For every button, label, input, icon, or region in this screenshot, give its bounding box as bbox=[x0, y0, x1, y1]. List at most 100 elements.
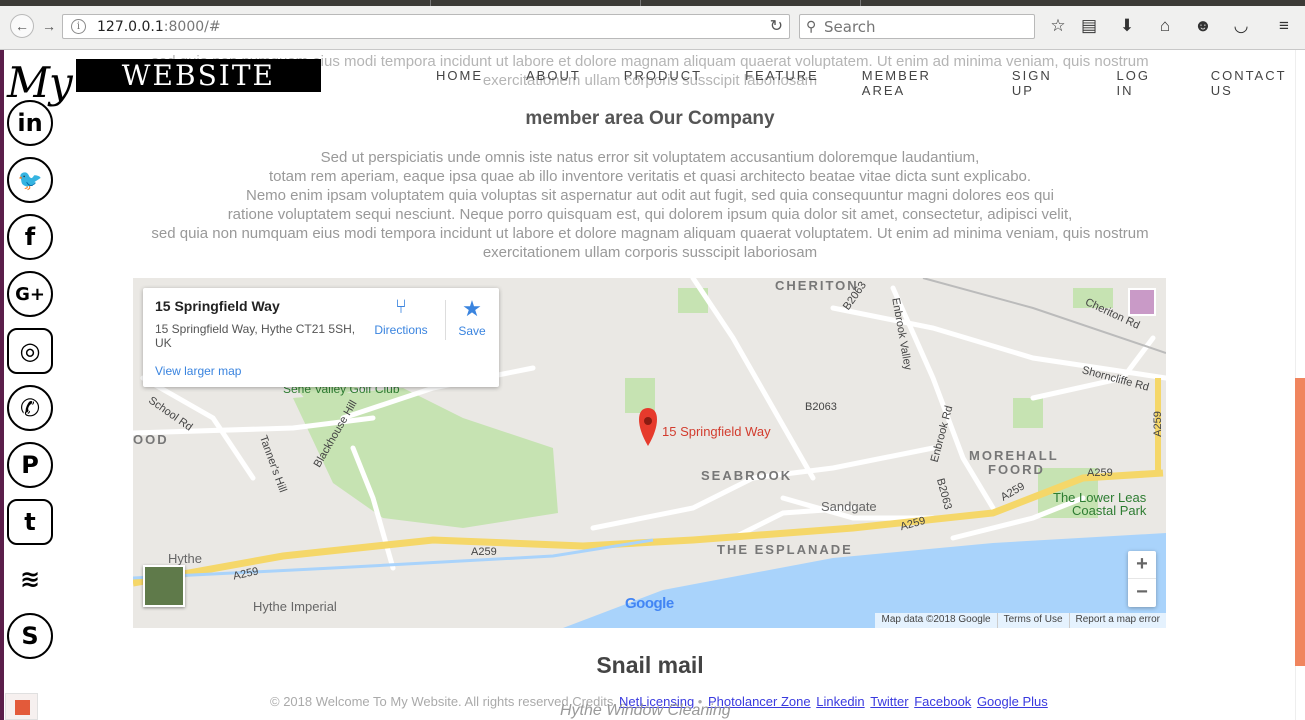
paragraph-line: totam rem aperiam, eaque ipsa quae ab il… bbox=[268, 168, 1032, 185]
google-map[interactable]: 15 Springfield Way CHERITON SEABROOK MOR… bbox=[133, 278, 1166, 628]
park-area bbox=[625, 378, 655, 413]
paragraph-line: sed quia non numquam eius modi tempora i… bbox=[151, 225, 1149, 242]
save-label: Save bbox=[458, 324, 486, 338]
menu-icon[interactable]: ≡ bbox=[1272, 14, 1296, 38]
directions-icon: ⑂ bbox=[395, 296, 407, 318]
section-paragraph: Sed ut perspiciatis unde omnis iste natu… bbox=[100, 148, 1200, 262]
zoom-out-button[interactable]: − bbox=[1128, 579, 1156, 607]
chat-icon[interactable]: ☻ bbox=[1191, 14, 1215, 38]
footer-link-linkedin[interactable]: Linkedin bbox=[816, 694, 864, 709]
map-label-foord: FOORD bbox=[988, 462, 1045, 477]
zoom-control: + − bbox=[1128, 551, 1156, 607]
nav-member-area[interactable]: MEMBER AREA bbox=[862, 68, 969, 98]
google-logo: Google bbox=[625, 595, 674, 612]
logo-word: WEBSITE bbox=[75, 59, 321, 92]
scrollbar-thumb[interactable] bbox=[1295, 378, 1305, 666]
search-bar[interactable]: ⚲ bbox=[799, 14, 1035, 39]
nav-feature[interactable]: FEATURE bbox=[745, 68, 819, 98]
paragraph-line: exercitationem ullam corporis susscipit … bbox=[482, 244, 818, 261]
map-attribution: Map data ©2018 Google Terms of Use Repor… bbox=[875, 613, 1166, 628]
road-label: B2063 bbox=[805, 401, 837, 413]
nav-home[interactable]: HOME bbox=[436, 68, 483, 98]
zoom-in-button[interactable]: + bbox=[1128, 551, 1156, 579]
map-label-coastal-park: Coastal Park bbox=[1072, 503, 1147, 518]
nav-sign-up[interactable]: SIGN UP bbox=[1012, 68, 1074, 98]
road-label: A259 bbox=[471, 546, 497, 558]
url-bar[interactable]: i 127.0.0.1:8000/# ↻ bbox=[62, 14, 790, 39]
url-text[interactable]: 127.0.0.1:8000/# bbox=[97, 19, 221, 35]
floating-app-icon[interactable] bbox=[5, 693, 38, 720]
nav-contact-us[interactable]: CONTACT US bbox=[1211, 68, 1305, 98]
save-button[interactable]: ★ Save bbox=[451, 296, 493, 338]
card-divider bbox=[445, 300, 446, 340]
road-label: A259 bbox=[1087, 467, 1113, 479]
map-label-morehall: MOREHALL bbox=[969, 448, 1059, 463]
library-icon[interactable]: ▤ bbox=[1077, 14, 1101, 38]
place-title: 15 Springfield Way bbox=[155, 298, 280, 314]
feed-icon[interactable]: ≋ bbox=[7, 556, 53, 602]
facebook-icon[interactable]: f bbox=[7, 214, 53, 260]
search-input[interactable] bbox=[824, 18, 1024, 36]
map-label-esplanade: THE ESPLANADE bbox=[717, 542, 853, 557]
home-icon[interactable]: ⌂ bbox=[1153, 14, 1177, 38]
map-label-sandgate: Sandgate bbox=[821, 499, 877, 514]
info-icon[interactable]: i bbox=[71, 19, 86, 34]
map-label-seabrook: SEABROOK bbox=[701, 468, 793, 483]
site-logo[interactable]: My WEBSITE bbox=[7, 59, 321, 104]
nav-log-in[interactable]: LOG IN bbox=[1117, 68, 1168, 98]
report-error-link[interactable]: Report a map error bbox=[1068, 613, 1166, 628]
view-larger-map-link[interactable]: View larger map bbox=[155, 364, 241, 378]
browser-toolbar: ← → i 127.0.0.1:8000/# ↻ ⚲ ☆ ▤ ⬇ ⌂ ☻ ◡ ≡ bbox=[0, 0, 1305, 50]
footer-ghost-text: Hythe Window Cleaning bbox=[560, 702, 731, 719]
footer: © 2018 Welcome To My Website. All rights… bbox=[270, 694, 1048, 719]
footer-link-facebook[interactable]: Facebook bbox=[914, 694, 971, 709]
map-data-text: Map data ©2018 Google bbox=[881, 614, 991, 625]
road-label: A259 bbox=[1151, 411, 1164, 437]
reload-icon[interactable]: ↻ bbox=[770, 16, 783, 36]
pin-label: 15 Springfield Way bbox=[662, 424, 771, 439]
forward-button[interactable]: → bbox=[38, 14, 60, 38]
back-button[interactable]: ← bbox=[10, 14, 34, 38]
directions-label: Directions bbox=[374, 323, 428, 337]
satellite-toggle[interactable] bbox=[143, 565, 185, 607]
place-address: 15 Springfield Way, Hythe CT21 5SH, UK bbox=[155, 322, 356, 350]
park-area bbox=[1013, 398, 1043, 428]
map-pin bbox=[639, 408, 657, 446]
nav-product[interactable]: PRODUCT bbox=[624, 68, 702, 98]
avatar[interactable] bbox=[1128, 288, 1156, 316]
tumblr-icon[interactable]: t bbox=[7, 499, 53, 545]
footer-link-twitter[interactable]: Twitter bbox=[870, 694, 908, 709]
social-bar: in 🐦 f G+ ◎ ✆ P t ≋ S bbox=[7, 100, 55, 670]
window-edge bbox=[0, 50, 4, 720]
page-viewport: sed quia non numquam eius modi tempora i… bbox=[0, 50, 1305, 720]
paragraph-line: Sed ut perspiciatis unde omnis iste natu… bbox=[320, 149, 980, 166]
directions-button[interactable]: ⑂ Directions bbox=[371, 296, 431, 337]
map-label-cheriton: CHERITON bbox=[775, 278, 859, 293]
place-info-card: 15 Springfield Way 15 Springfield Way, H… bbox=[143, 288, 499, 387]
instagram-icon[interactable]: ◎ bbox=[7, 328, 53, 374]
paragraph-line: ratione voluptatem sequi nesciunt. Neque… bbox=[227, 206, 1073, 223]
star-icon: ★ bbox=[462, 296, 482, 321]
map-label-hythe: Hythe bbox=[168, 551, 202, 566]
footer-link-google-plus[interactable]: Google Plus bbox=[977, 694, 1048, 709]
main-nav: HOME ABOUT PRODUCT FEATURE MEMBER AREA S… bbox=[436, 68, 1305, 98]
map-label-ood: OOD bbox=[133, 432, 169, 447]
terms-link[interactable]: Terms of Use bbox=[996, 613, 1069, 628]
nav-about[interactable]: ABOUT bbox=[526, 68, 581, 98]
bookmark-star-icon[interactable]: ☆ bbox=[1046, 14, 1070, 38]
download-icon[interactable]: ⬇ bbox=[1115, 14, 1139, 38]
twitter-icon[interactable]: 🐦 bbox=[7, 157, 53, 203]
whatsapp-icon[interactable]: ✆ bbox=[7, 385, 53, 431]
snail-mail-heading: Snail mail bbox=[596, 652, 704, 678]
paragraph-line: Nemo enim ipsam voluptatem quia voluptas… bbox=[246, 187, 1054, 204]
linkedin-icon[interactable]: in bbox=[7, 100, 53, 146]
tab-strip bbox=[0, 0, 1305, 6]
pocket-icon[interactable]: ◡ bbox=[1229, 14, 1253, 38]
google-plus-icon[interactable]: G+ bbox=[7, 271, 53, 317]
section-heading: member area Our Company bbox=[525, 108, 775, 129]
search-icon: ⚲ bbox=[806, 18, 817, 34]
golf-course-area bbox=[293, 388, 558, 528]
pinterest-icon[interactable]: P bbox=[7, 442, 53, 488]
map-label-hythe-imperial: Hythe Imperial bbox=[253, 599, 337, 614]
logo-my: My bbox=[7, 58, 73, 107]
